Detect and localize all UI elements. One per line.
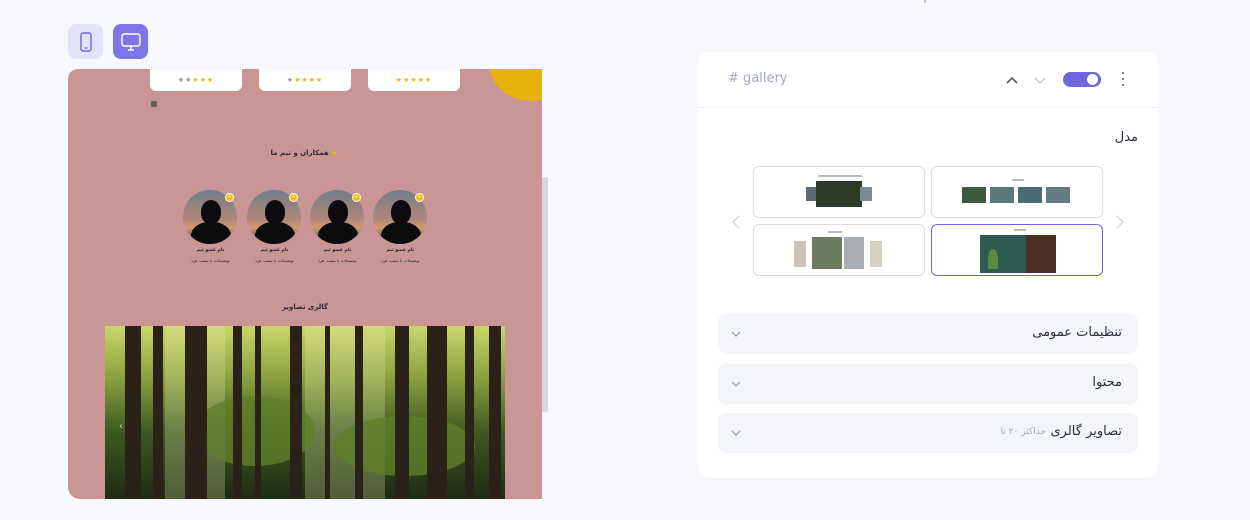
site-preview[interactable]: ★★★★★ ★★★★★ ★★★★★ همکاران و تیم ما ★ + ن… [68,69,542,499]
team-member: + نام عضو تیم توضیحات یا سمت فرد [310,190,365,263]
review-card-1: ★★★★★ [150,69,242,91]
review-card-2: ★★★★★ [259,69,351,91]
more-options-icon[interactable] [1118,69,1128,89]
chevron-down-icon [731,430,741,436]
team-member: + نام عضو تیم توضیحات یا سمت فرد [183,190,238,263]
top-marker [924,0,926,3]
review-stars-1: ★★★★★ [177,76,215,84]
accordion-general-settings[interactable]: تنظیمات عمومی [718,314,1138,354]
section-visibility-toggle[interactable] [1063,72,1101,87]
panel-header: # gallery [698,52,1158,108]
member-name: نام عضو تیم [323,248,352,253]
accordion-title: تصاویر گالری [1050,424,1122,439]
team-member: + نام عضو تیم توضیحات یا سمت فرد [247,190,302,263]
chevron-down-icon [731,381,741,387]
member-role: توضیحات یا سمت فرد [255,258,294,263]
member-role: توضیحات یا سمت فرد [381,258,420,263]
preview-scrollbar[interactable] [542,177,548,412]
section-tag: # gallery [728,71,788,86]
decorative-blob [490,69,542,101]
review-stars-2: ★★★★★ [286,76,324,84]
member-badge-icon: + [415,193,424,202]
review-card-3: ★★★★★ [368,69,460,91]
move-down-icon[interactable] [1033,73,1047,87]
gallery-model-2[interactable] [753,166,925,218]
settings-panel: # gallery مدل تنظیمات عمومی محتوا تصاویر… [698,52,1158,478]
gallery-prev-arrow-icon[interactable]: ‹ [119,421,123,432]
member-role: توضیحات یا سمت فرد [191,258,230,263]
monitor-icon [120,32,141,51]
team-title: همکاران و تیم ما ★ [68,149,542,157]
team-title-text: همکاران و تیم ما [270,149,329,157]
page-root: ★★★★★ ★★★★★ ★★★★★ همکاران و تیم ما ★ + ن… [0,0,1250,520]
member-role: توضیحات یا سمت فرد [318,258,357,263]
gallery-model-1[interactable] [931,166,1103,218]
gallery-model-3-selected[interactable] [931,224,1103,276]
member-badge-icon: + [289,193,298,202]
model-label: مدل [1114,130,1138,145]
models-next-arrow-icon[interactable] [1114,214,1126,230]
team-member: + نام عضو تیم توضیحات یا سمت فرد [373,190,428,263]
review-stars-3: ★★★★★ [395,76,433,84]
accordion-content[interactable]: محتوا [718,364,1138,404]
member-name: نام عضو تیم [386,248,415,253]
mobile-view-button[interactable] [68,24,103,59]
accordion-title: تنظیمات عمومی [1032,325,1122,340]
move-up-icon[interactable] [1005,73,1019,87]
gallery-forest-image: ‹ [105,326,505,499]
member-name: نام عضو تیم [260,248,289,253]
gallery-title: گالری تصاویر [281,303,329,311]
chevron-down-icon [731,331,741,337]
member-name: نام عضو تیم [196,248,225,253]
accordion-title: محتوا [1092,375,1122,390]
desktop-view-button[interactable] [113,24,148,59]
accordion-hint: حداکثر ۲۰ تا [1000,427,1046,437]
models-prev-arrow-icon[interactable] [730,214,742,230]
small-handle-icon[interactable] [151,101,157,107]
member-badge-icon: + [225,193,234,202]
gallery-model-4[interactable] [753,224,925,276]
mobile-icon [79,31,92,52]
team-title-star-icon: ★ [328,149,338,157]
accordion-gallery-images[interactable]: تصاویر گالری حداکثر ۲۰ تا [718,413,1138,453]
member-badge-icon: + [352,193,361,202]
